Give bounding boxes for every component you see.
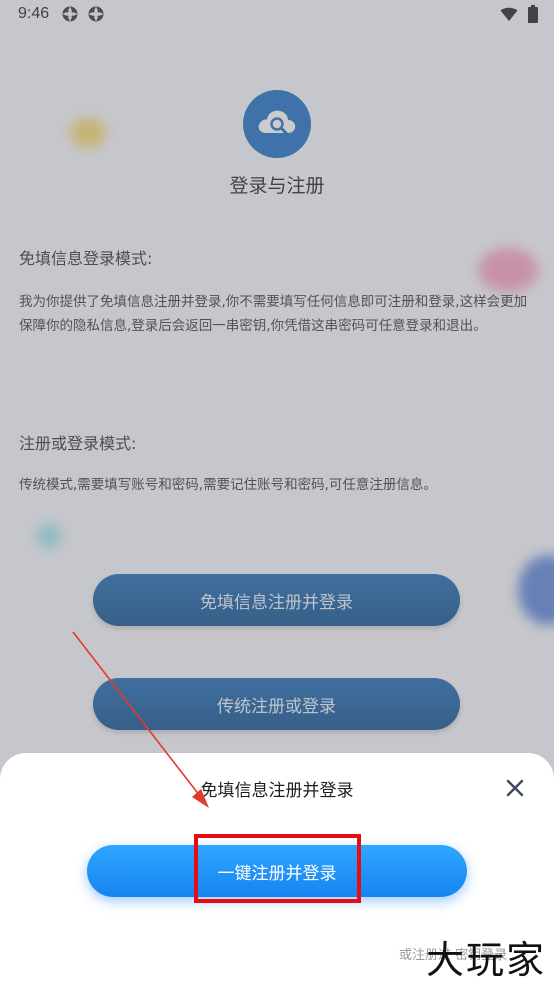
- watermark: 或注册过 密钥登录 大玩家: [385, 938, 550, 982]
- close-icon[interactable]: [506, 779, 524, 797]
- highlight-annotation: [194, 834, 361, 903]
- close-button[interactable]: [502, 775, 528, 801]
- sheet-title: 免填信息注册并登录: [200, 781, 354, 801]
- watermark-logo: 大玩家: [425, 938, 546, 982]
